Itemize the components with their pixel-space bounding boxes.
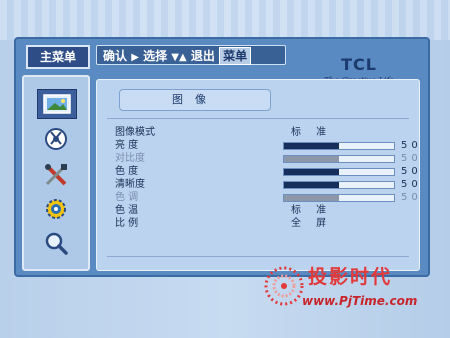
watermark-text: 投影时代 [308, 266, 393, 288]
navigation-hint-bar: 确认 ▶ 选择 ▼▲ 退出 菜单 [96, 45, 286, 65]
level-bar[interactable] [283, 181, 395, 189]
panel-header: 图像 [119, 89, 271, 111]
row-label: 清晰度 [115, 179, 145, 190]
brand-name: TCL [341, 55, 377, 74]
row-label: 色 调 [115, 192, 139, 203]
menu-key-tag: 菜单 [219, 47, 252, 65]
level-fill [284, 143, 339, 149]
watermark-url: www.PjTime.com [302, 294, 418, 308]
divider [107, 118, 409, 119]
row-label: 色 温 [115, 205, 139, 216]
setting-row-contrast[interactable]: 对比度 50 [115, 152, 418, 165]
watermark-dots-icon [264, 266, 304, 306]
settings-gear-icon[interactable] [37, 195, 75, 223]
level-fill [284, 195, 339, 201]
setting-row-color[interactable]: 色 度 50 [115, 165, 418, 178]
setting-row-aspect-ratio[interactable]: 比 例 全 屏 [115, 217, 415, 230]
main-menu-title: 主菜单 [26, 45, 90, 69]
level-bar[interactable] [283, 142, 395, 150]
row-label: 对比度 [115, 153, 145, 164]
level-fill [284, 169, 339, 175]
level-fill [284, 182, 339, 188]
row-label: 图像模式 [115, 127, 155, 138]
setting-row-picture-mode[interactable]: 图像模式 标 准 [115, 126, 415, 139]
row-number: 50 [401, 179, 422, 190]
row-value: 标 准 [291, 127, 333, 138]
select-label: 选择 [143, 49, 168, 63]
row-label: 亮 度 [115, 140, 139, 151]
level-bar[interactable] [283, 168, 395, 176]
menu-sidebar [22, 75, 90, 271]
picture-settings-panel: 图像 图像模式 标 准 亮 度 50 对比度 50 色 度 50 清晰度 50 … [96, 79, 420, 271]
row-number: 50 [401, 166, 422, 177]
row-value: 全 屏 [291, 218, 333, 229]
up-down-arrow-icon: ▼▲ [171, 52, 187, 63]
row-label: 比 例 [115, 218, 139, 229]
level-fill [284, 156, 339, 162]
setting-row-tint[interactable]: 色 调 50 [115, 191, 418, 204]
right-arrow-icon: ▶ [131, 52, 139, 63]
setting-row-color-temperature[interactable]: 色 温 标 准 [115, 204, 415, 217]
pjtime-watermark: 投影时代 www.PjTime.com [258, 256, 450, 338]
setting-row-brightness[interactable]: 亮 度 50 [115, 139, 418, 152]
search-magnifier-icon[interactable] [37, 229, 75, 257]
setting-row-sharpness[interactable]: 清晰度 50 [115, 178, 418, 191]
picture-icon[interactable] [37, 89, 77, 119]
level-bar[interactable] [283, 155, 395, 163]
sound-icon[interactable] [37, 125, 75, 153]
row-number: 50 [401, 140, 422, 151]
row-number: 50 [401, 192, 422, 203]
tools-icon[interactable] [37, 161, 75, 189]
background-glare [0, 0, 450, 40]
level-bar[interactable] [283, 194, 395, 202]
tv-menu-frame: 主菜单 确认 ▶ 选择 ▼▲ 退出 菜单 TCL ~The Creative L… [14, 37, 430, 277]
row-label: 色 度 [115, 166, 139, 177]
exit-label: 退出 [190, 49, 215, 63]
row-number: 50 [401, 153, 422, 164]
confirm-label: 确认 [103, 49, 128, 63]
row-value: 标 准 [291, 205, 333, 216]
